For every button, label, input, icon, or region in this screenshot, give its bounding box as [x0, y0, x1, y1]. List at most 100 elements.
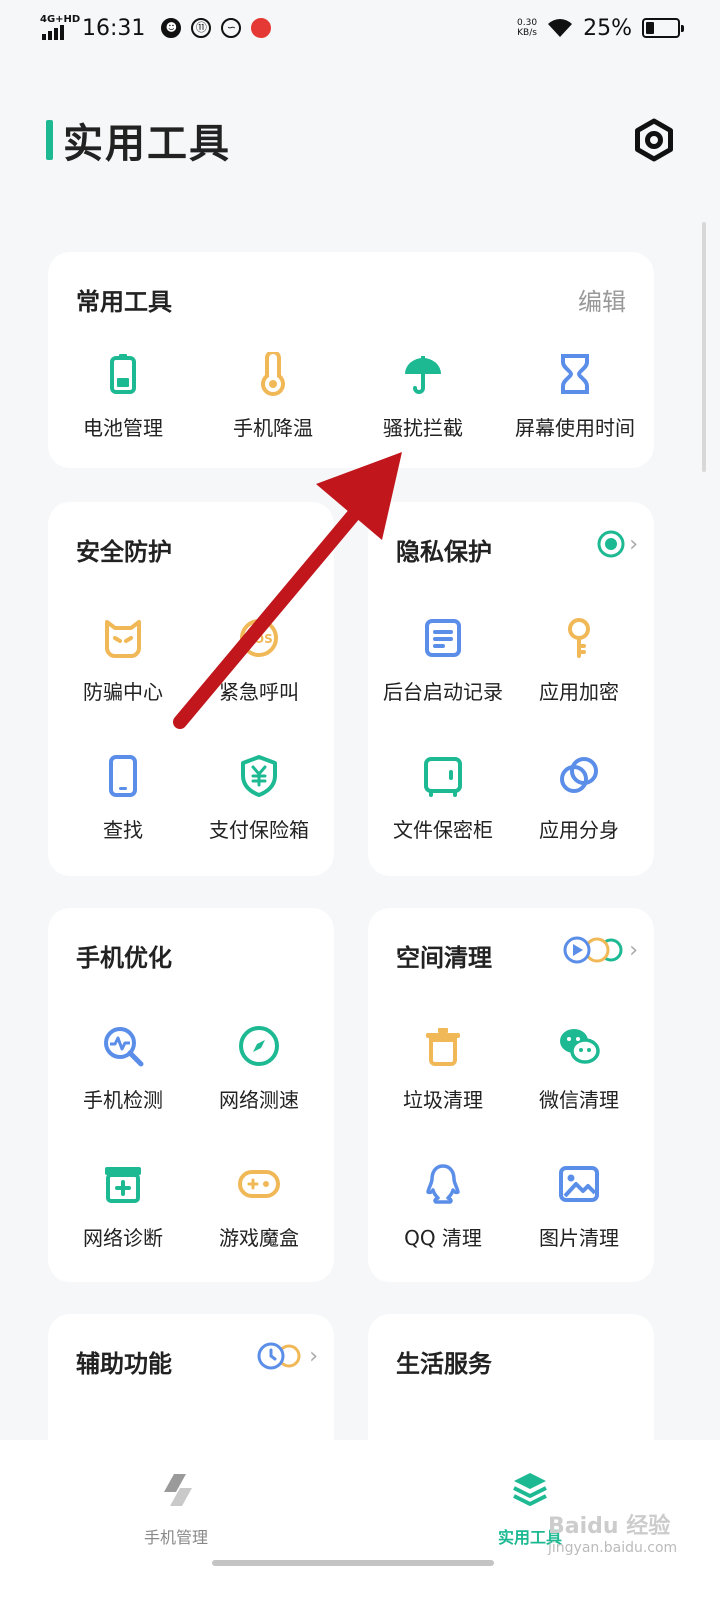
document-icon	[425, 619, 461, 657]
tool-label: 文件保密柜	[393, 818, 493, 842]
card-cleanup: 空间清理 › 垃圾清理 微信清理 QQ 清理 图片清理	[368, 908, 654, 1282]
privacy-more[interactable]: ›	[597, 530, 638, 558]
yen-shield-icon	[241, 755, 277, 797]
tool-payment-safe[interactable]: 支付保险箱	[184, 754, 334, 843]
tool-label: 网络诊断	[83, 1226, 163, 1250]
thermometer-icon	[261, 352, 285, 396]
hourglass-icon	[561, 354, 589, 394]
edit-button[interactable]: 编辑	[578, 282, 626, 317]
robot-icon: ☻	[161, 18, 182, 38]
tool-label: 游戏魔盒	[219, 1226, 299, 1250]
tool-label: 微信清理	[539, 1088, 619, 1112]
gamepad-icon	[238, 1170, 280, 1198]
watermark-url: jingyan.baidu.com	[548, 1540, 678, 1556]
home-indicator[interactable]	[212, 1560, 494, 1566]
tool-label: 紧急呼叫	[219, 680, 299, 704]
tool-file-safe[interactable]: 文件保密柜	[368, 754, 518, 843]
nav-phone-manager[interactable]: 手机管理	[96, 1470, 256, 1548]
trash-icon	[426, 1028, 460, 1066]
tool-label: 应用分身	[539, 818, 619, 842]
wifi-icon	[548, 19, 573, 37]
tool-cooling[interactable]: 手机降温	[198, 352, 348, 441]
phone-manager-icon	[164, 1474, 192, 1506]
tool-label: 应用加密	[539, 680, 619, 704]
tool-label: QQ 清理	[404, 1226, 482, 1250]
play-stack-icon	[563, 936, 623, 964]
svg-text:SOS: SOS	[245, 632, 273, 646]
tool-phone-check[interactable]: 手机检测	[48, 1024, 198, 1113]
umbrella-icon	[405, 356, 441, 394]
net-speed: 0.30 KB/s	[517, 18, 537, 38]
page-title: 实用工具	[63, 121, 231, 167]
card-title: 生活服务	[396, 1350, 492, 1378]
tool-harassment-block[interactable]: 骚扰拦截	[348, 352, 498, 441]
assist-more[interactable]: ›	[255, 1342, 318, 1370]
tool-app-lock[interactable]: 应用加密	[504, 616, 654, 705]
clone-icon	[560, 757, 598, 793]
tool-network-diagnose[interactable]: 网络诊断	[48, 1162, 198, 1251]
card-title: 常用工具	[76, 288, 172, 316]
cleanup-more[interactable]: ›	[561, 936, 638, 964]
network-type: 4G+HD	[40, 14, 81, 25]
battery-percent: 25%	[583, 15, 632, 41]
key-icon	[568, 618, 590, 658]
app-notification-icon: ⑪	[191, 18, 212, 38]
tool-label: 屏幕使用时间	[515, 416, 635, 440]
layers-icon	[513, 1473, 547, 1506]
sos-icon: SOS	[240, 619, 278, 657]
card-title: 隐私保护	[396, 538, 492, 566]
shield-face-icon	[105, 620, 141, 658]
signal-icon: 4G+HD	[40, 14, 80, 40]
qq-icon	[426, 1164, 460, 1204]
tool-label: 骚扰拦截	[383, 416, 463, 440]
tool-label: 后台启动记录	[383, 680, 503, 704]
card-title: 手机优化	[76, 944, 172, 972]
status-bar: 4G+HD 16:31 ☻ ⑪ ∽ 0.30 KB/s 25%	[0, 0, 720, 56]
tool-wechat-clean[interactable]: 微信清理	[504, 1024, 654, 1113]
image-icon	[559, 1166, 599, 1202]
tool-find[interactable]: 查找	[48, 754, 198, 843]
card-common-tools: 常用工具 编辑 电池管理 手机降温 骚扰拦截 屏幕使用时间	[48, 252, 654, 468]
page-header: 实用工具	[46, 112, 676, 168]
weibo-icon	[251, 18, 272, 38]
tool-emergency-call[interactable]: SOS 紧急呼叫	[184, 616, 334, 705]
card-privacy: 隐私保护 › 后台启动记录 应用加密 文件保密柜 应用分身	[368, 502, 654, 876]
chevron-right-icon: ›	[629, 937, 638, 963]
net-speed-value: 0.30	[517, 18, 538, 28]
tool-junk-clean[interactable]: 垃圾清理	[368, 1024, 518, 1113]
settings-icon[interactable]	[632, 118, 676, 162]
tool-qq-clean[interactable]: QQ 清理	[368, 1162, 518, 1251]
tool-battery[interactable]: 电池管理	[48, 352, 198, 441]
tool-label: 电池管理	[83, 416, 163, 440]
magnifier-icon	[104, 1027, 144, 1067]
tool-game-box[interactable]: 游戏魔盒	[184, 1162, 334, 1251]
tool-app-clone[interactable]: 应用分身	[504, 754, 654, 843]
tool-screen-time[interactable]: 屏幕使用时间	[500, 352, 650, 441]
chevron-right-icon: ›	[309, 1343, 318, 1369]
chevron-right-icon: ›	[629, 531, 638, 557]
title-accent-bar	[46, 120, 53, 160]
tool-anti-fraud[interactable]: 防骗中心	[48, 616, 198, 705]
battery-icon	[110, 354, 136, 394]
assist-stack-icon	[257, 1342, 301, 1370]
first-aid-icon	[105, 1167, 141, 1203]
tool-label: 网络测速	[219, 1088, 299, 1112]
phone-icon	[109, 755, 137, 797]
tool-label: 垃圾清理	[403, 1088, 483, 1112]
status-time: 16:31	[82, 15, 146, 41]
watermark-brand: Baidu 经验	[548, 1514, 671, 1539]
tool-label: 手机降温	[233, 416, 313, 440]
tool-label: 支付保险箱	[209, 818, 309, 842]
battery-status-icon	[642, 18, 684, 38]
tool-image-clean[interactable]: 图片清理	[504, 1162, 654, 1251]
scrollbar[interactable]	[702, 222, 706, 472]
card-security: 安全防护 防骗中心 SOS 紧急呼叫 查找 支付保险箱	[48, 502, 334, 876]
tool-startup-record[interactable]: 后台启动记录	[368, 616, 518, 705]
card-title: 空间清理	[396, 944, 492, 972]
card-title: 辅助功能	[76, 1350, 172, 1378]
tool-speed-test[interactable]: 网络测速	[184, 1024, 334, 1113]
target-icon	[597, 530, 625, 558]
wechat-icon	[560, 1029, 600, 1064]
watermark: Baidu 经验 jingyan.baidu.com	[548, 1508, 677, 1556]
sync-icon: ∽	[221, 18, 242, 38]
